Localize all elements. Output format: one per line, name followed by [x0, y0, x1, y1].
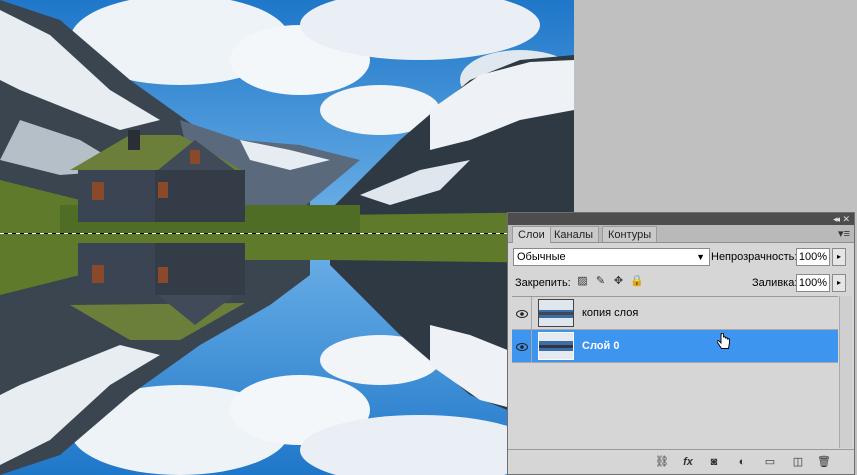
- selection-marquee: [0, 233, 574, 234]
- collapse-icon[interactable]: ◂◂: [833, 213, 840, 225]
- trash-icon[interactable]: 🗑: [816, 454, 832, 470]
- fill-input[interactable]: 100%: [796, 274, 830, 292]
- canvas-image: [0, 0, 574, 475]
- document-canvas[interactable]: [0, 0, 574, 475]
- panel-tabbar: Слои Каналы Контуры ▾≡: [508, 225, 854, 243]
- blend-mode-select[interactable]: Обычные ▼: [513, 248, 710, 266]
- eye-icon[interactable]: [512, 330, 532, 363]
- new-layer-icon[interactable]: ◫: [790, 454, 806, 470]
- lock-image-icon[interactable]: ✎: [594, 275, 607, 288]
- lock-label: Закрепить:: [515, 277, 571, 289]
- opacity-label: Непрозрачность:: [711, 251, 798, 263]
- layer-row-selected[interactable]: Слой 0: [512, 330, 838, 363]
- chevron-down-icon: ▼: [696, 252, 705, 262]
- hand-cursor-icon: [716, 332, 731, 354]
- opacity-input[interactable]: 100%: [796, 248, 830, 266]
- lock-position-icon[interactable]: ✥: [612, 275, 625, 288]
- layer-thumbnail: [538, 299, 574, 327]
- panel-footer: ⛓ fx ◙ ◐ ▭ ◫ 🗑: [508, 449, 854, 474]
- lock-all-icon[interactable]: 🔒: [630, 275, 644, 288]
- tab-channels[interactable]: Каналы: [548, 226, 600, 242]
- eye-icon[interactable]: [512, 297, 532, 330]
- layer-list-scrollbar[interactable]: [839, 296, 852, 448]
- tab-layers[interactable]: Слои: [512, 226, 551, 243]
- opacity-slider-button[interactable]: ▸: [832, 248, 846, 266]
- lock-transparent-icon[interactable]: ▨: [576, 275, 589, 288]
- link-icon[interactable]: ⛓: [654, 454, 670, 470]
- layer-row[interactable]: копия слоя: [512, 297, 838, 330]
- layer-list: копия слоя Слой 0: [512, 296, 838, 449]
- close-icon[interactable]: ✕: [842, 213, 850, 225]
- panel-titlebar[interactable]: ◂◂ ✕: [508, 213, 854, 225]
- fill-label: Заливка:: [752, 277, 798, 289]
- mask-icon[interactable]: ◙: [706, 454, 722, 470]
- layer-thumbnail: [538, 332, 574, 360]
- adjustment-icon[interactable]: ◐: [734, 454, 750, 470]
- fill-slider-button[interactable]: ▸: [832, 274, 846, 292]
- fx-icon[interactable]: fx: [680, 454, 696, 470]
- blend-mode-value: Обычные: [517, 251, 566, 263]
- layer-name: Слой 0: [582, 340, 620, 352]
- layers-panel: ◂◂ ✕ Слои Каналы Контуры ▾≡ Обычные ▼ Не…: [507, 212, 855, 475]
- group-folder-icon[interactable]: ▭: [762, 454, 778, 470]
- layer-name: копия слоя: [582, 307, 639, 319]
- tab-paths[interactable]: Контуры: [602, 226, 658, 242]
- panel-menu-icon[interactable]: ▾≡: [838, 227, 850, 240]
